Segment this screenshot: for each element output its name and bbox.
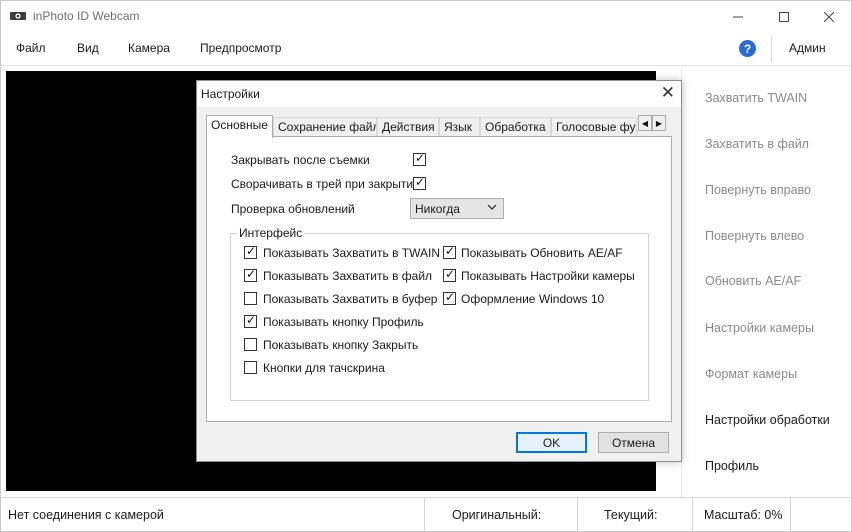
minimize-to-tray-label: Сворачивать в трей при закрытии	[231, 177, 420, 191]
windows10-style-label: Оформление Windows 10	[461, 292, 605, 306]
checkmark-icon: ✓	[246, 313, 257, 327]
tab-file-saving[interactable]: Сохранение файла	[273, 117, 377, 137]
close-after-capture-checkbox[interactable]: ✓	[413, 151, 426, 166]
status-divider	[577, 498, 578, 532]
connection-status: Нет соединения с камерой	[8, 508, 164, 522]
status-bar: Нет соединения с камерой Оригинальный: Т…	[1, 497, 851, 532]
tab-scroll-left-icon[interactable]: ◀	[638, 115, 652, 131]
show-refresh-ae-af-label: Показывать Обновить AE/AF	[461, 246, 623, 260]
dialog-title: Настройки	[201, 87, 260, 101]
processing-settings-button[interactable]: Настройки обработки	[705, 413, 830, 427]
window-title: inPhoto ID Webcam	[33, 9, 140, 23]
camera-settings-button[interactable]: Настройки камеры	[705, 321, 814, 335]
tab-general[interactable]: Основные	[206, 115, 273, 138]
checkmark-icon: ✓	[445, 267, 456, 281]
maximize-button[interactable]	[761, 1, 807, 32]
maximize-icon	[779, 11, 789, 22]
status-divider	[424, 498, 425, 532]
rotate-left-button[interactable]: Повернуть влево	[705, 229, 804, 243]
menu-divider	[771, 36, 772, 62]
close-icon	[824, 11, 834, 22]
checkmark-icon: ✓	[415, 175, 426, 189]
show-capture-buffer-label: Показывать Захватить в буфер	[263, 292, 438, 306]
tab-processing[interactable]: Обработка	[480, 117, 551, 137]
status-divider	[790, 498, 791, 532]
tab-scroll-right-icon[interactable]: ▶	[652, 115, 666, 131]
title-bar: inPhoto ID Webcam	[1, 1, 851, 32]
tab-voice-functions[interactable]: Голосовые функции	[551, 117, 637, 137]
rotate-right-button[interactable]: Повернуть вправо	[705, 183, 811, 197]
show-close-button-checkbox[interactable]	[244, 338, 257, 351]
checkmark-icon: ✓	[445, 244, 456, 258]
menu-bar: Файл Вид Камера Предпросмотр ? Админ	[1, 32, 851, 66]
checkmark-icon: ✓	[415, 151, 426, 165]
show-capture-twain-checkbox[interactable]: ✓	[244, 244, 257, 259]
show-camera-settings-label: Показывать Настройки камеры	[461, 269, 635, 283]
current-size-label: Текущий:	[604, 508, 658, 522]
original-size-label: Оригинальный:	[452, 508, 542, 522]
show-camera-settings-checkbox[interactable]: ✓	[443, 267, 456, 282]
show-profile-button-checkbox[interactable]: ✓	[244, 313, 257, 328]
windows10-style-checkbox[interactable]: ✓	[443, 290, 456, 305]
ok-button[interactable]: OK	[516, 432, 587, 453]
menu-file[interactable]: Файл	[16, 41, 46, 55]
dialog-close-icon[interactable]: ✕	[661, 84, 675, 102]
show-refresh-ae-af-checkbox[interactable]: ✓	[443, 244, 456, 259]
show-capture-twain-label: Показывать Захватить в TWAIN	[263, 246, 440, 260]
dialog-title-bar: Настройки ✕	[197, 81, 681, 107]
camera-format-button[interactable]: Формат камеры	[705, 367, 797, 381]
tab-actions[interactable]: Действия	[377, 117, 439, 137]
chevron-down-icon	[487, 204, 497, 210]
show-profile-button-label: Показывать кнопку Профиль	[263, 315, 424, 329]
capture-to-file-button[interactable]: Захватить в файл	[705, 137, 809, 151]
webcam-app-icon	[10, 12, 26, 20]
minimize-to-tray-checkbox[interactable]: ✓	[413, 175, 426, 190]
capture-twain-button[interactable]: Захватить TWAIN	[705, 91, 807, 105]
touchscreen-buttons-label: Кнопки для тачскрина	[263, 361, 385, 375]
interface-group-legend: Интерфейс	[237, 226, 305, 240]
status-divider	[692, 498, 693, 532]
minimize-button[interactable]	[715, 1, 761, 32]
refresh-ae-af-button[interactable]: Обновить AE/AF	[705, 274, 801, 288]
tab-language[interactable]: Язык	[439, 117, 480, 137]
update-check-label: Проверка обновлений	[231, 202, 355, 216]
menu-preview[interactable]: Предпросмотр	[200, 41, 281, 55]
profile-button[interactable]: Профиль	[705, 459, 759, 473]
update-check-value: Никогда	[415, 202, 460, 216]
settings-tabs: Основные Сохранение файла Действия Язык …	[206, 115, 672, 138]
close-after-capture-label: Закрывать после съемки	[231, 153, 370, 167]
help-icon[interactable]: ?	[739, 40, 756, 57]
touchscreen-buttons-checkbox[interactable]	[244, 361, 257, 374]
show-close-button-label: Показывать кнопку Закрыть	[263, 338, 419, 352]
action-panel: Захватить TWAIN Захватить в файл Поверну…	[681, 67, 851, 497]
menu-view[interactable]: Вид	[77, 41, 99, 55]
menu-camera[interactable]: Камера	[128, 41, 170, 55]
zoom-level: Масштаб: 0%	[704, 508, 783, 522]
minimize-icon	[733, 16, 743, 17]
checkmark-icon: ✓	[445, 290, 456, 304]
show-capture-file-label: Показывать Захватить в файл	[263, 269, 433, 283]
show-capture-file-checkbox[interactable]: ✓	[244, 267, 257, 282]
checkmark-icon: ✓	[246, 244, 257, 258]
show-capture-buffer-checkbox[interactable]	[244, 292, 257, 305]
close-button[interactable]	[806, 1, 852, 32]
update-check-select[interactable]: Никогда	[410, 198, 504, 219]
cancel-button[interactable]: Отмена	[598, 432, 669, 453]
user-menu[interactable]: Админ	[789, 41, 826, 55]
app-window: inPhoto ID Webcam Файл Вид Камера Предпр…	[0, 0, 852, 532]
settings-dialog: Настройки ✕ Основные Сохранение файла Де…	[196, 80, 682, 462]
checkmark-icon: ✓	[246, 267, 257, 281]
